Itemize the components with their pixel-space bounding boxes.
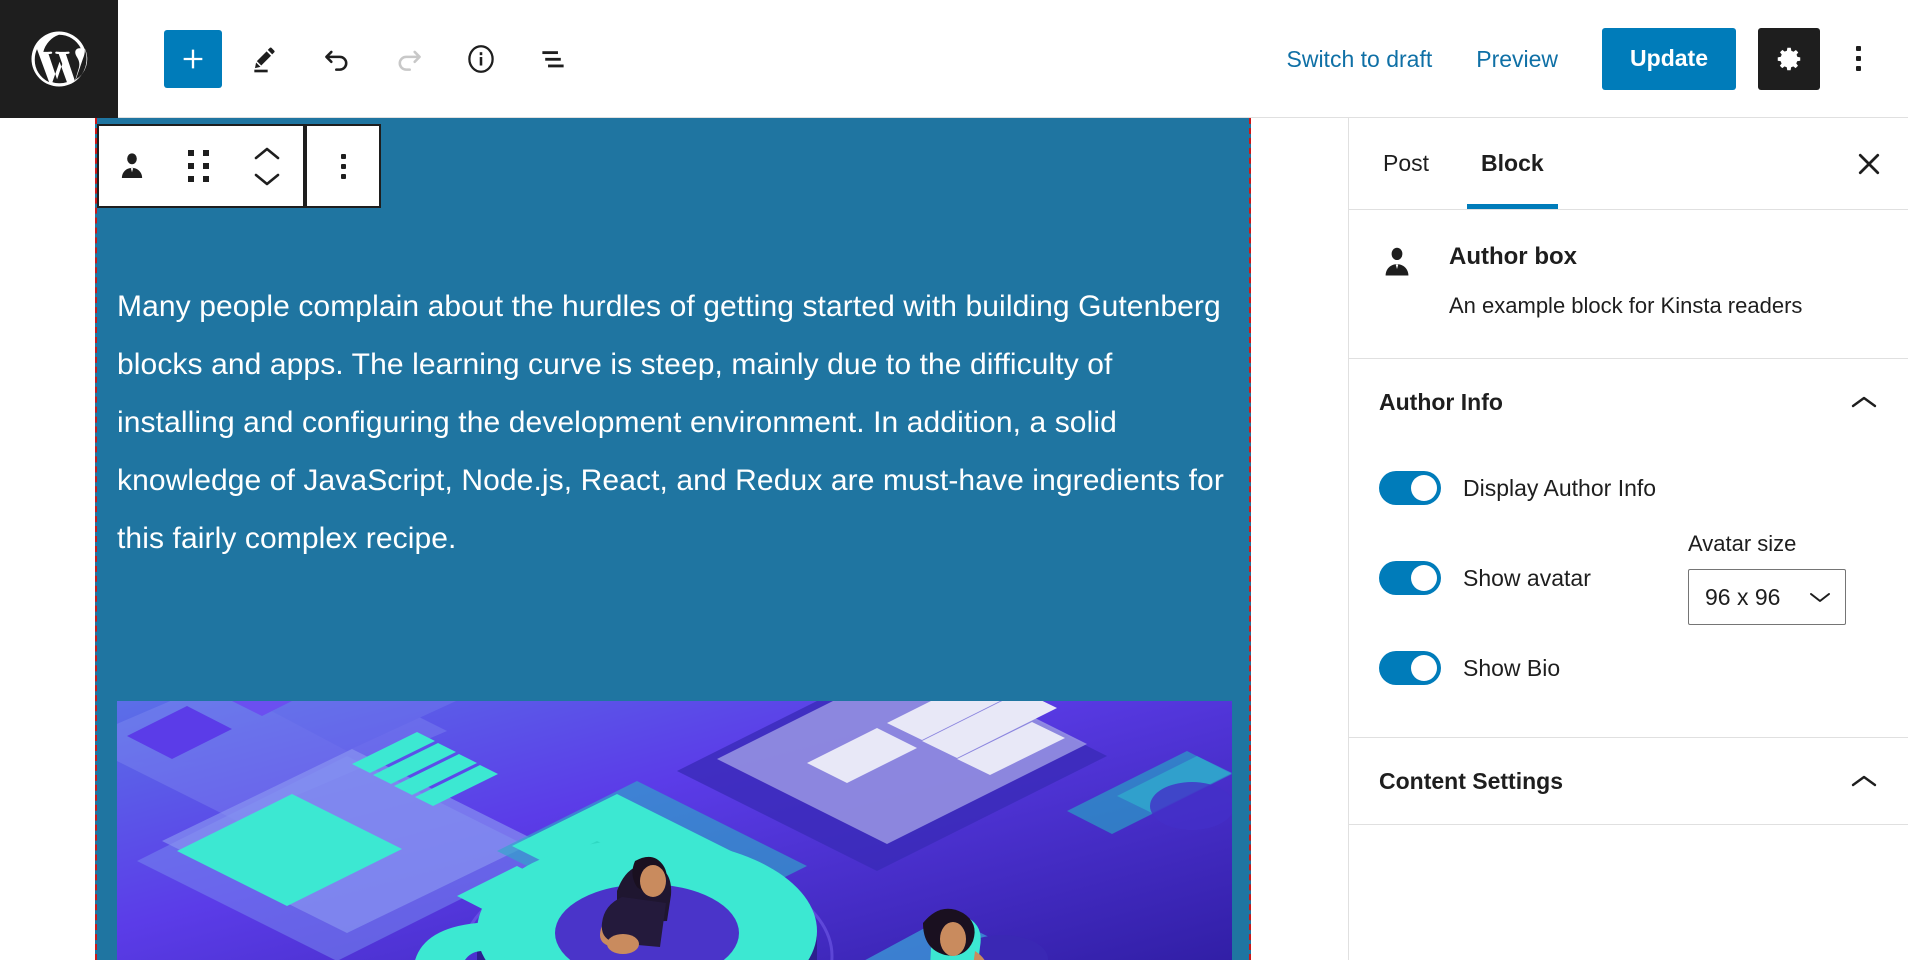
chevron-up-icon — [254, 146, 280, 161]
avatar-size-value: 96 x 96 — [1705, 584, 1780, 611]
panel-title: Content Settings — [1379, 768, 1563, 795]
editor-body: Many people complain about the hurdles o… — [0, 118, 1908, 960]
chevron-down-icon — [254, 172, 280, 187]
chevron-up-icon — [1850, 773, 1878, 789]
toggle-knob — [1411, 655, 1437, 681]
list-view-button[interactable] — [524, 30, 582, 88]
tab-block[interactable]: Block — [1455, 118, 1570, 209]
chevron-stack — [254, 146, 280, 187]
drag-handle-icon[interactable] — [165, 126, 231, 206]
toggle-show-avatar[interactable] — [1379, 561, 1441, 595]
row-show-avatar: Show avatar Avatar size 96 x 96 — [1379, 531, 1878, 625]
toggle-label: Display Author Info — [1463, 475, 1656, 502]
block-info-card: Author box An example block for Kinsta r… — [1349, 210, 1908, 359]
toggle-label: Show Bio — [1463, 655, 1560, 682]
panel-author-info-header[interactable]: Author Info — [1379, 359, 1878, 445]
block-more-options-button[interactable] — [307, 126, 379, 206]
gear-icon[interactable] — [1758, 28, 1820, 90]
update-button[interactable]: Update — [1602, 28, 1736, 90]
row-show-bio: Show Bio — [1379, 625, 1878, 711]
edit-tool-button[interactable] — [236, 30, 294, 88]
author-person-icon[interactable] — [99, 126, 165, 206]
isometric-developer-illustration — [117, 701, 1232, 960]
drag-dots — [188, 150, 209, 182]
block-toolbar-main-group — [97, 124, 305, 208]
details-button[interactable] — [452, 30, 510, 88]
sidebar-tabs: Post Block — [1349, 118, 1908, 210]
avatar-size-label: Avatar size — [1688, 531, 1878, 557]
header-right-toolbar: Switch to draft Preview Update — [1265, 28, 1908, 90]
chevron-down-icon — [1809, 591, 1831, 604]
row-display-author-info: Display Author Info — [1379, 445, 1878, 531]
block-paragraph[interactable]: Many people complain about the hurdles o… — [117, 278, 1227, 568]
avatar-size-control: Avatar size 96 x 96 — [1688, 531, 1878, 625]
panel-author-info-body: Display Author Info Show avatar Avatar s… — [1379, 445, 1878, 737]
toggle-label: Show avatar — [1463, 565, 1591, 592]
undo-button[interactable] — [308, 30, 366, 88]
editor-header: Switch to draft Preview Update — [0, 0, 1908, 118]
add-block-button[interactable] — [164, 30, 222, 88]
toggle-display-author-info[interactable] — [1379, 471, 1441, 505]
block-description: An example block for Kinsta readers — [1449, 288, 1878, 324]
author-box-block[interactable]: Many people complain about the hurdles o… — [95, 118, 1251, 960]
panel-content-settings: Content Settings — [1349, 738, 1908, 825]
block-info-text: Author box An example block for Kinsta r… — [1449, 240, 1878, 324]
toggle-knob — [1411, 565, 1437, 591]
redo-button[interactable] — [380, 30, 438, 88]
avatar-size-select[interactable]: 96 x 96 — [1688, 569, 1846, 625]
toggle-knob — [1411, 475, 1437, 501]
kebab-vertical-icon — [341, 154, 346, 179]
more-options-dots — [1856, 46, 1861, 71]
wordpress-logo-icon[interactable] — [0, 0, 118, 118]
editor-canvas[interactable]: Many people complain about the hurdles o… — [0, 118, 1348, 960]
close-icon[interactable] — [1830, 118, 1908, 209]
switch-to-draft-button[interactable]: Switch to draft — [1265, 30, 1455, 88]
panel-content-settings-header[interactable]: Content Settings — [1379, 738, 1878, 824]
settings-sidebar: Post Block Author box An example block f… — [1348, 118, 1908, 960]
preview-button[interactable]: Preview — [1454, 30, 1580, 88]
chevron-up-icon — [1850, 394, 1878, 410]
panel-title: Author Info — [1379, 389, 1503, 416]
block-toolbar — [97, 124, 381, 208]
kebab-vertical-icon[interactable] — [1830, 28, 1886, 90]
move-block-buttons[interactable] — [231, 126, 303, 206]
block-title: Author box — [1449, 240, 1878, 274]
header-left-toolbar — [118, 30, 582, 88]
block-toolbar-options-group — [305, 124, 381, 208]
panel-author-info: Author Info Display Author Info — [1349, 359, 1908, 738]
tab-post[interactable]: Post — [1357, 118, 1455, 209]
toggle-show-bio[interactable] — [1379, 651, 1441, 685]
author-person-icon — [1379, 240, 1449, 324]
